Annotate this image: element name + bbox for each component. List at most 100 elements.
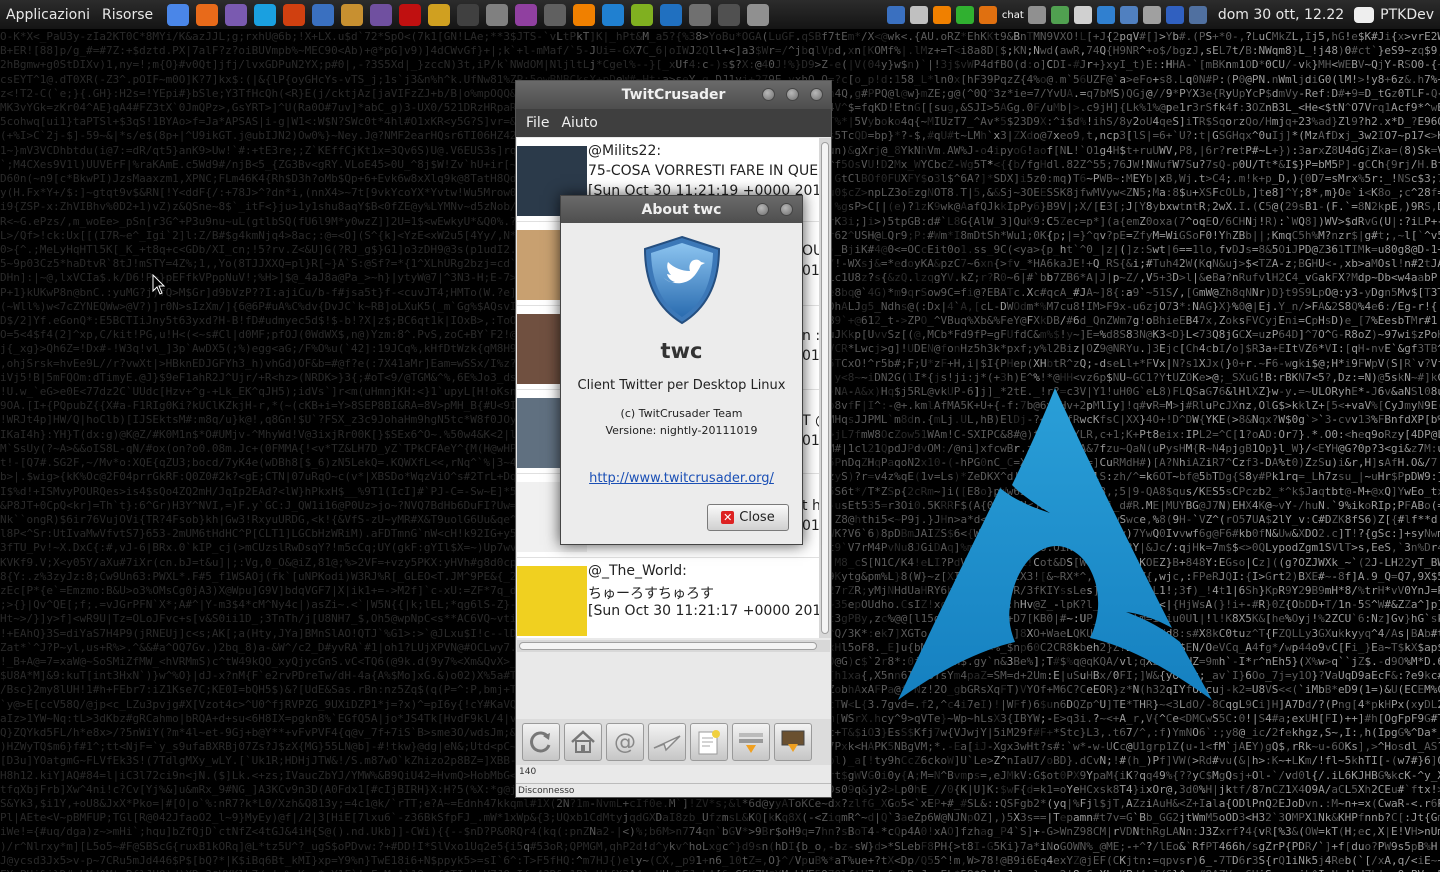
bug-icon[interactable] [543,3,566,26]
window-title: TwitCrusader [621,87,726,103]
mentions-button[interactable]: @ [606,723,644,761]
tweet-text-fragment: t h [802,498,819,514]
menu-file[interactable]: File [520,115,555,131]
twc-logo-icon [643,235,721,325]
direct-messages-button[interactable] [648,723,686,761]
home-button[interactable] [564,723,602,761]
filezilla-icon[interactable] [398,3,421,26]
tweet-text-fragment: 01 [802,518,819,534]
applications-menu[interactable]: Applicazioni [0,0,96,30]
battery-icon[interactable] [1051,6,1070,24]
compose-icon [698,730,720,755]
check-icon[interactable] [956,6,975,24]
menu-help[interactable]: Aiuto [555,115,603,131]
compose-button[interactable] [690,723,728,761]
tweet-text-fragment: 01 [802,263,819,279]
feather-icon[interactable] [427,3,450,26]
maximize-button[interactable] [786,88,799,101]
dialog-close-button[interactable] [780,203,793,216]
vlc-tray-icon[interactable] [933,6,952,24]
launcher-bar [163,3,772,26]
tweet-text-fragment: 01 [802,433,819,449]
mouse-cursor-icon [152,274,166,295]
keyring-icon[interactable] [910,6,929,24]
refresh-button[interactable] [522,723,560,761]
places-menu[interactable]: Risorse [96,0,159,30]
chat-bubble-icon[interactable] [1354,7,1375,23]
desktop-icon[interactable] [1189,6,1208,24]
menubar: File Aiuto [516,109,831,137]
scrollbar-thumb[interactable] [519,642,817,650]
update-button[interactable] [774,723,812,761]
skype-icon[interactable] [253,3,276,26]
pidgin-icon[interactable] [224,3,247,26]
avatar[interactable] [517,566,587,636]
network-icon[interactable] [1028,6,1047,24]
top-panel: Applicazioni Risorse chat dom 30 ott, 12… [0,0,1440,30]
window-titlebar[interactable]: TwitCrusader [516,81,831,109]
clock[interactable]: dom 30 ott, 12.22 [1218,7,1344,23]
horizontal-scrollbar[interactable] [517,640,830,652]
character-counter: 140 [519,767,537,777]
monitor-icon[interactable] [688,3,711,26]
shield-app-icon[interactable] [311,3,334,26]
about-dialog: About twc twc Client Twitter per Desktop… [560,195,803,545]
dropbox-tray-icon[interactable] [1097,6,1116,24]
tweet-item[interactable]: @_The_World: ちゅーろすちゅろす [Sun Oct 30 11:21:1… [517,558,819,638]
bluetooth-icon[interactable] [1166,6,1185,24]
x-tool-icon[interactable] [282,3,305,26]
volume-icon[interactable] [1143,6,1162,24]
eye-icon[interactable] [514,3,537,26]
copyright-text: (c) TwitCrusader Team [620,407,743,420]
paper-plane-icon [653,735,681,752]
dialog-minimize-button[interactable] [756,203,769,216]
scissors-icon[interactable] [979,6,998,24]
tweet-text-fragment: T @ [802,413,819,429]
home-icon [571,730,595,753]
tweet-text-fragment: 01 [802,348,819,364]
dropbox-icon[interactable] [659,3,682,26]
close-window-button[interactable] [810,88,823,101]
scrollbar-thumb[interactable] [821,142,829,634]
chat-label[interactable]: chat [1002,10,1024,21]
twitter-app-icon[interactable] [601,3,624,26]
user-menu[interactable]: PTKDev [1380,7,1434,23]
cat-icon[interactable] [340,3,363,26]
website-link[interactable]: http://www.twitcrusader.org/ [561,471,802,486]
twc-tray-icon[interactable] [887,6,906,24]
tweet-date: [Sun Oct 30 11:21:17 +0000 201 [588,603,819,619]
arch-linux-logo [898,388,1212,700]
system-tray: chat dom 30 ott, 12.22 PTKDev [885,0,1440,30]
favorites-button[interactable] [732,723,770,761]
tweet-text-fragment: n : [802,328,819,344]
version-text: Versione: nightly-20111019 [605,424,758,437]
penguin-icon[interactable] [456,3,479,26]
close-icon: ✕ [721,511,735,524]
tweet-user: @_The_World: [588,563,687,579]
pen-icon[interactable] [485,3,508,26]
firefox-icon[interactable] [195,3,218,26]
tweet-text: ちゅーろすちゅろす [588,586,714,602]
dialog-title: About twc [641,201,722,218]
bottom-toolbar: @ [516,719,831,765]
dialog-titlebar[interactable]: About twc [561,196,802,223]
minimize-button[interactable] [762,88,775,101]
app-name: twc [660,339,703,363]
at-icon: @ [614,730,636,755]
close-button[interactable]: ✕ Close [707,504,789,531]
tweet-text: 75-COSA VORRESTI FARE IN QUE [588,163,819,179]
chromium-icon[interactable] [166,3,189,26]
android-icon[interactable] [630,3,653,26]
flag-icon[interactable] [369,3,392,26]
tweet-text-fragment: OU [802,243,819,259]
status-bar: Disconnesso [516,783,831,798]
vertical-scrollbar[interactable] [819,138,831,638]
update-icon[interactable] [1120,6,1139,24]
svg-text:@: @ [614,730,636,755]
close-button-label: Close [739,510,775,525]
system-monitor-icon[interactable] [717,3,740,26]
presentation-icon[interactable] [746,3,769,26]
vlc-icon[interactable] [572,3,595,26]
favorites-icon [739,733,763,753]
document-icon[interactable] [1074,6,1093,24]
